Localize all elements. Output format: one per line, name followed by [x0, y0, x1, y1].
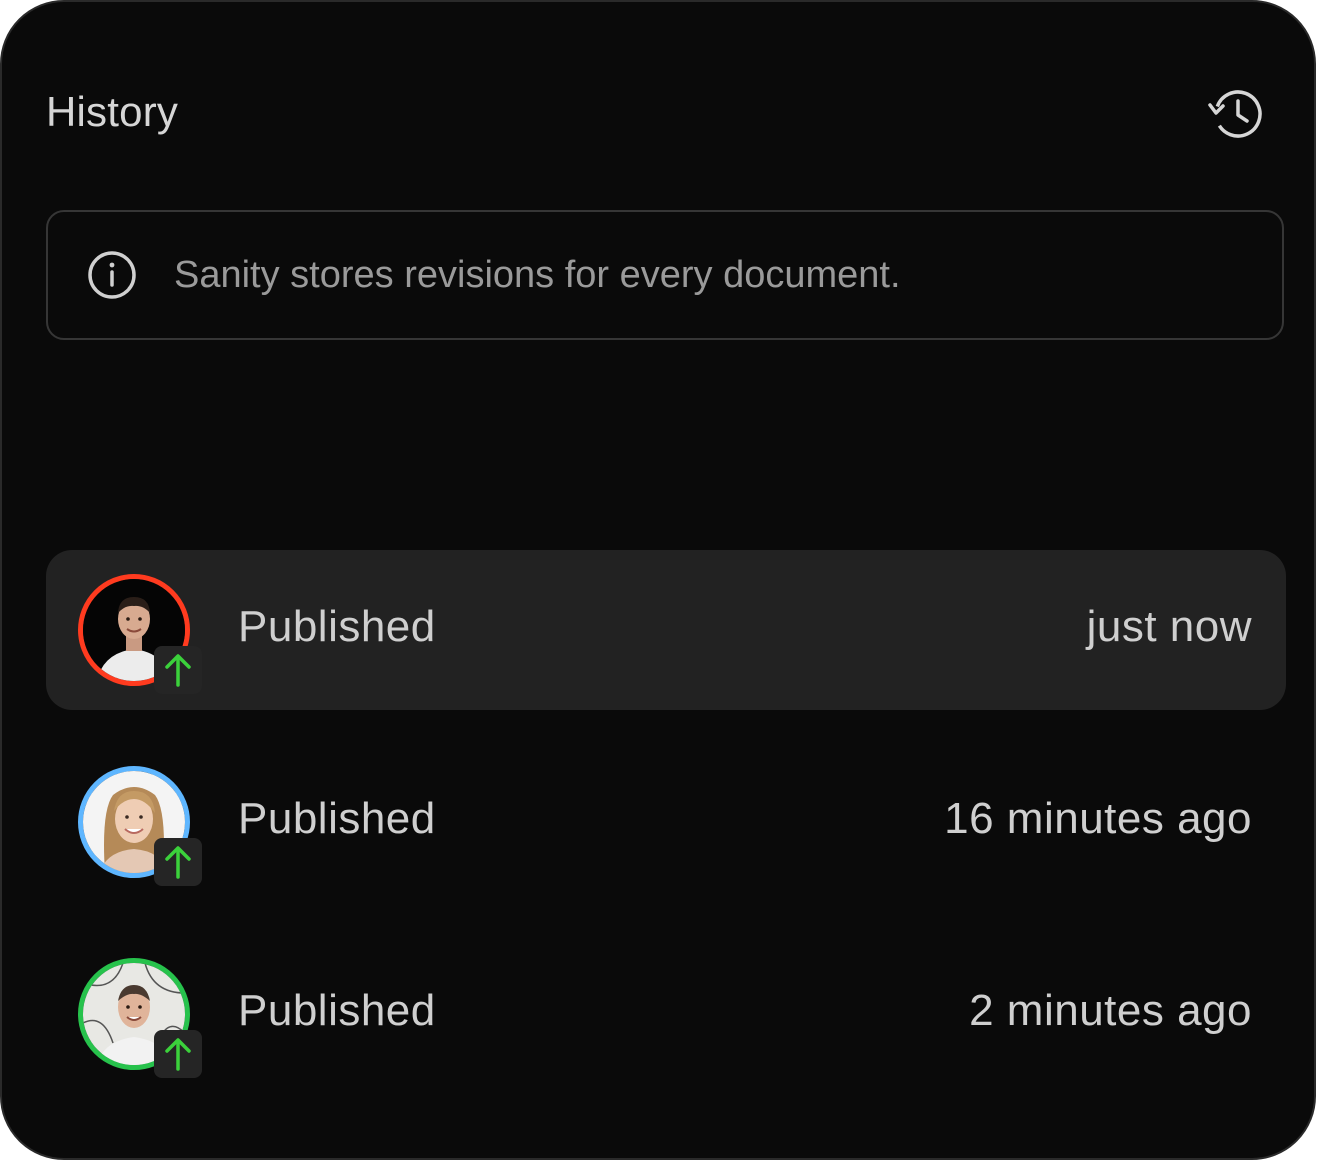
revision-row[interactable]: Published just now [46, 550, 1286, 710]
info-icon [86, 249, 138, 301]
history-panel: History Sanity stores revisions for ever… [0, 0, 1316, 1160]
history-button[interactable] [1204, 82, 1268, 146]
avatar [78, 574, 202, 694]
published-badge [154, 1030, 202, 1078]
arrow-up-icon [165, 846, 191, 879]
panel-title: History [46, 88, 179, 135]
revision-list: Published just now Published 16 minutes … [46, 550, 1286, 1126]
arrow-up-icon [165, 1038, 191, 1071]
revision-row[interactable]: Published 2 minutes ago [46, 934, 1286, 1094]
revision-label: Published [238, 986, 436, 1035]
revision-time: 2 minutes ago [969, 986, 1252, 1035]
revision-row[interactable]: Published 16 minutes ago [46, 742, 1286, 902]
revision-time: 16 minutes ago [944, 794, 1252, 843]
avatar [78, 958, 202, 1078]
revision-label: Published [238, 794, 436, 843]
revision-time: just now [1086, 602, 1252, 651]
revisions-notice: Sanity stores revisions for every docume… [46, 210, 1284, 340]
history-clock-icon [1208, 90, 1262, 138]
published-badge [154, 646, 202, 694]
published-badge [154, 838, 202, 886]
avatar [78, 766, 202, 886]
panel-header: History [46, 82, 1270, 142]
notice-text: Sanity stores revisions for every docume… [174, 253, 901, 296]
revision-label: Published [238, 602, 436, 651]
arrow-up-icon [165, 654, 191, 687]
